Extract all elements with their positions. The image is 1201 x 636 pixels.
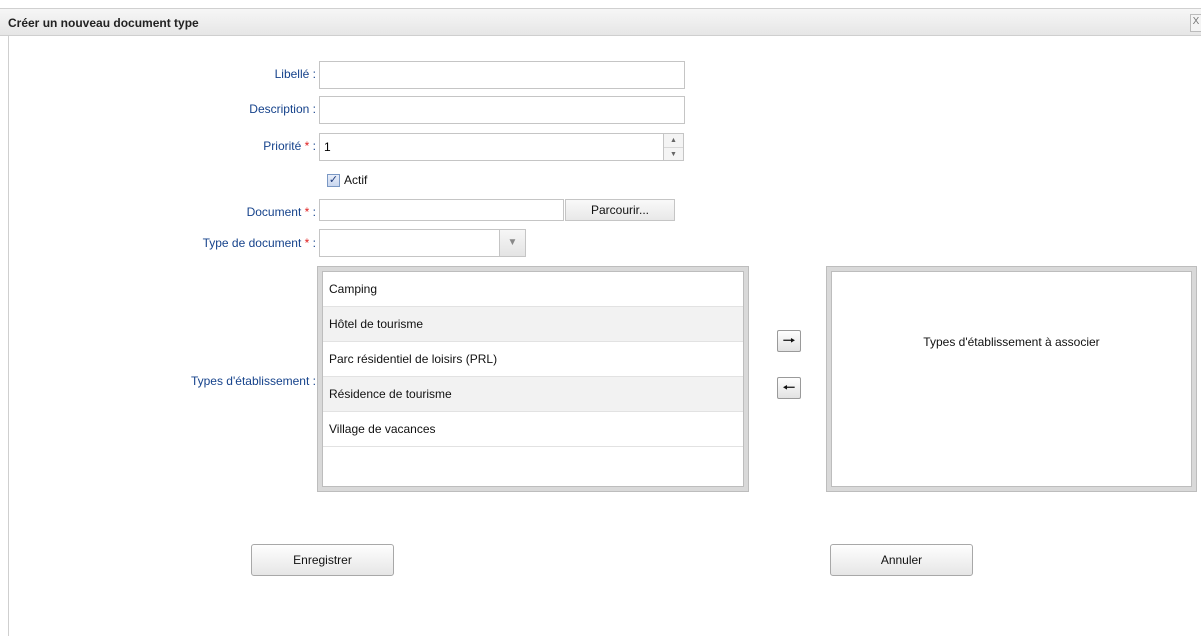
selected-list-frame: Types d'établissement à associer xyxy=(826,266,1197,492)
list-item[interactable]: Village de vacances xyxy=(323,412,743,447)
remove-arrow-button[interactable]: 🠐 xyxy=(777,377,801,399)
save-button[interactable]: Enregistrer xyxy=(251,544,394,576)
libelle-input[interactable] xyxy=(319,61,685,89)
priorite-input[interactable] xyxy=(319,133,664,161)
selected-list[interactable]: Types d'établissement à associer xyxy=(831,271,1192,487)
selected-list-placeholder: Types d'établissement à associer xyxy=(923,335,1100,349)
list-item[interactable]: Hôtel de tourisme xyxy=(323,307,743,342)
document-label: Document * : xyxy=(246,205,316,219)
list-item[interactable]: Résidence de tourisme xyxy=(323,377,743,412)
arrow-left-icon: 🠐 xyxy=(782,379,796,395)
dialog-left-border xyxy=(8,36,9,636)
spin-up-icon[interactable]: ▲ xyxy=(664,134,683,148)
close-icon[interactable]: X xyxy=(1190,14,1201,32)
add-arrow-button[interactable]: 🠒 xyxy=(777,330,801,352)
available-list[interactable]: Camping Hôtel de tourisme Parc résidenti… xyxy=(322,271,744,487)
priorite-label: Priorité * : xyxy=(263,139,316,153)
priorite-stepper[interactable]: ▲ ▼ xyxy=(664,133,684,161)
description-label: Description : xyxy=(249,102,316,116)
arrow-right-icon: 🠒 xyxy=(782,332,796,348)
actif-checkbox[interactable]: ✓ xyxy=(327,174,340,187)
actif-label: Actif xyxy=(344,173,368,187)
list-item[interactable]: Camping xyxy=(323,272,743,307)
chevron-down-icon[interactable]: ▼ xyxy=(500,229,526,257)
cancel-button[interactable]: Annuler xyxy=(830,544,973,576)
document-file-input[interactable] xyxy=(319,199,564,221)
libelle-label: Libellé : xyxy=(274,67,316,81)
dialog-title: Créer un nouveau document type xyxy=(8,16,199,30)
type-document-label: Type de document * : xyxy=(202,236,316,250)
list-item[interactable]: Parc résidentiel de loisirs (PRL) xyxy=(323,342,743,377)
types-etablissement-label: Types d'établissement : xyxy=(190,374,316,388)
dialog-titlebar: Créer un nouveau document type X xyxy=(0,8,1201,36)
spin-down-icon[interactable]: ▼ xyxy=(664,148,683,161)
description-input[interactable] xyxy=(319,96,685,124)
available-list-frame: Camping Hôtel de tourisme Parc résidenti… xyxy=(317,266,749,492)
type-document-select[interactable] xyxy=(319,229,500,257)
browse-button[interactable]: Parcourir... xyxy=(565,199,675,221)
